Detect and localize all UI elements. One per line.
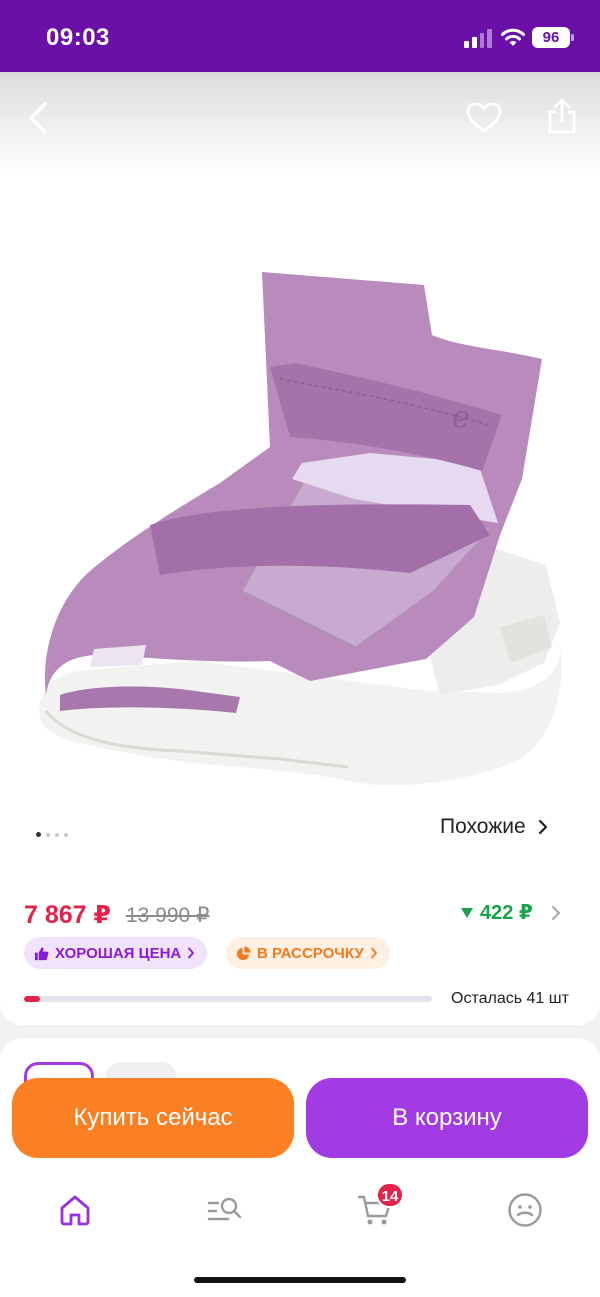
pagination-dot bbox=[64, 832, 68, 837]
add-to-cart-button[interactable]: В корзину bbox=[306, 1078, 588, 1158]
battery-indicator: 96 bbox=[532, 27, 574, 48]
chevron-right-icon bbox=[538, 819, 547, 835]
down-triangle-icon bbox=[461, 907, 473, 918]
pie-chart-icon bbox=[236, 945, 251, 960]
price-section: 7 867 ₽ 13 990 ₽ 422 ₽ ХОРОШАЯ ЦЕНА В РА… bbox=[0, 882, 600, 1025]
price-drop-amount: 422 ₽ bbox=[480, 902, 533, 924]
chevron-right-icon bbox=[551, 905, 560, 920]
back-button[interactable] bbox=[16, 96, 60, 140]
product-gallery[interactable]: e Похожие bbox=[0, 72, 600, 882]
stock-level-bar bbox=[24, 996, 432, 1002]
pagination-dot bbox=[55, 832, 59, 837]
gallery-pagination bbox=[36, 832, 68, 837]
chevron-left-icon bbox=[29, 102, 47, 134]
svg-text:e: e bbox=[452, 400, 470, 435]
similar-items-button[interactable]: Похожие bbox=[436, 804, 586, 850]
installments-label: В РАССРОЧКУ bbox=[257, 944, 364, 962]
pagination-dot-active bbox=[36, 832, 41, 837]
good-price-label: ХОРОШАЯ ЦЕНА bbox=[55, 944, 182, 962]
favorite-button[interactable] bbox=[462, 96, 506, 140]
price-drop-button[interactable]: 422 ₽ bbox=[460, 900, 561, 925]
thumbs-up-icon bbox=[34, 946, 49, 960]
pagination-dot bbox=[46, 832, 50, 837]
stock-level-fill bbox=[24, 996, 41, 1002]
bottom-tab-bar: 14 bbox=[0, 1170, 600, 1297]
cellular-signal-icon bbox=[464, 28, 492, 48]
chevron-right-icon bbox=[188, 947, 195, 959]
cart-count-badge: 14 bbox=[376, 1182, 404, 1208]
tab-catalog[interactable] bbox=[203, 1188, 247, 1232]
share-button[interactable] bbox=[540, 94, 584, 138]
profile-icon bbox=[508, 1193, 542, 1227]
buy-now-button[interactable]: Купить сейчас bbox=[12, 1078, 294, 1158]
share-icon bbox=[548, 98, 576, 134]
good-price-tag[interactable]: ХОРОШАЯ ЦЕНА bbox=[24, 937, 208, 969]
tab-home[interactable] bbox=[53, 1188, 97, 1232]
current-price: 7 867 ₽ bbox=[24, 901, 111, 929]
installments-tag[interactable]: В РАССРОЧКУ bbox=[226, 937, 390, 969]
chevron-right-icon bbox=[370, 947, 377, 959]
status-time: 09:03 bbox=[46, 24, 110, 51]
wifi-icon bbox=[501, 28, 525, 46]
home-icon bbox=[60, 1195, 90, 1226]
status-bar: 09:03 96 bbox=[0, 0, 600, 72]
similar-label: Похожие bbox=[440, 815, 526, 838]
stock-remaining: Осталась 41 шт bbox=[451, 990, 569, 1007]
home-indicator bbox=[194, 1277, 406, 1283]
old-price: 13 990 ₽ bbox=[126, 904, 210, 927]
tab-profile[interactable] bbox=[503, 1188, 547, 1232]
product-image: e bbox=[39, 272, 562, 786]
heart-icon bbox=[466, 102, 502, 133]
catalog-search-icon bbox=[207, 1197, 242, 1221]
